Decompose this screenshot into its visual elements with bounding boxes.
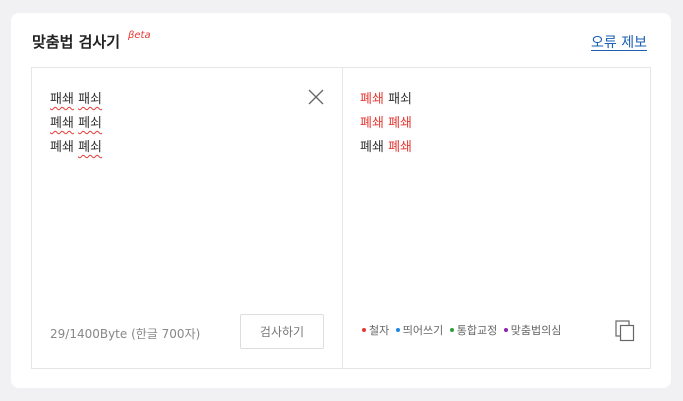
legend-item-combined: 통합교정 [449,324,497,337]
green-dot-icon [449,328,454,332]
result-line: 폐쇄 폐쇄 [360,112,412,136]
result-word: 폐쇄 [388,116,412,131]
copy-icon[interactable] [615,320,635,342]
input-word: 폐쇄 [50,140,74,155]
panel-divider [342,68,343,368]
result-word: 폐쇄 [388,140,412,155]
input-word: 패쇄 [50,92,74,107]
input-word: 패쇠 [78,92,102,107]
result-word: 패쇠 [388,92,412,107]
blue-dot-icon [395,328,400,332]
purple-dot-icon [503,328,508,332]
result-line: 폐쇄 폐쇄 [360,136,412,160]
legend-item-spelling: 철자 [362,324,389,337]
page-title: 맞춤법 검사기 [32,33,121,51]
report-error-link[interactable]: 오류 제보 [591,32,647,52]
result-word: 폐쇄 [360,140,384,155]
input-word: 폐쇠 [78,140,102,155]
error-legend: 철자 띄어쓰기 통합교정 맞춤법의심 [362,322,564,338]
editor-panel: 패쇄 패쇠 폐쇄 페쇠 폐쇄 폐쇠 29/1400Byte (한글 700자) … [31,67,651,369]
close-icon[interactable] [307,88,325,106]
input-line: 폐쇄 페쇠 [50,112,102,136]
result-word: 폐쇄 [360,116,384,131]
red-dot-icon [362,328,366,332]
result-word: 폐쇄 [360,92,384,107]
legend-item-spacing: 띄어쓰기 [395,324,443,337]
input-line: 패쇄 패쇠 [50,88,102,112]
spell-checker-card: 맞춤법 검사기 βeta 오류 제보 패쇄 패쇠 폐쇄 페쇠 폐쇄 폐쇠 29/… [11,13,671,388]
input-line: 폐쇄 폐쇠 [50,136,102,160]
input-word: 폐쇄 [50,116,74,131]
legend-item-suspect: 맞춤법의심 [503,324,561,337]
input-textarea[interactable]: 패쇄 패쇠 폐쇄 페쇠 폐쇄 폐쇠 [50,88,102,160]
beta-badge: βeta [128,30,151,41]
result-output: 폐쇄 패쇠 폐쇄 폐쇄 폐쇄 폐쇄 [360,88,412,160]
check-button[interactable]: 검사하기 [240,314,324,349]
byte-counter: 29/1400Byte (한글 700자) [50,327,201,341]
input-word: 페쇠 [78,116,102,131]
result-line: 폐쇄 패쇠 [360,88,412,112]
